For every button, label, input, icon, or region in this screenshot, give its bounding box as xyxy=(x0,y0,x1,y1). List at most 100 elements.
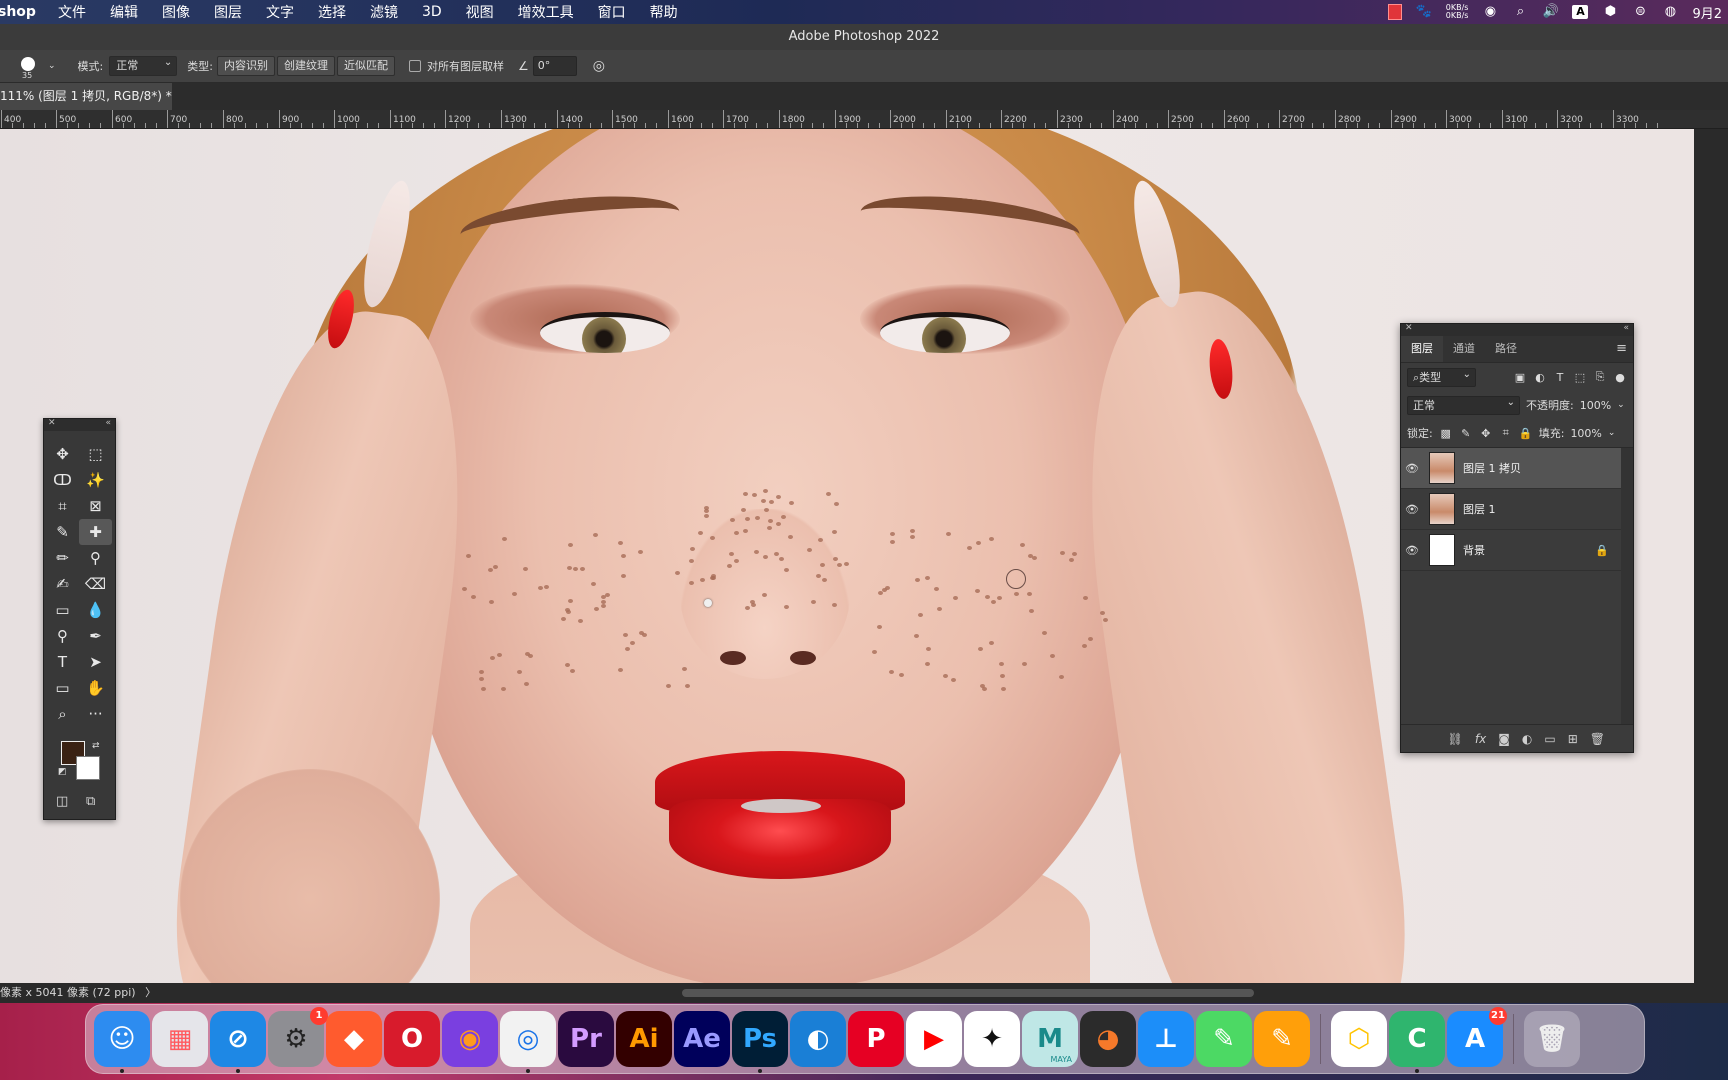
dock-maya-icon[interactable]: M MAYA xyxy=(1022,1011,1078,1067)
menu-date[interactable]: 9月2 xyxy=(1692,3,1722,22)
marquee-tool-icon[interactable]: ⬚ xyxy=(79,441,112,467)
dock-app-hexagon-icon[interactable]: ⬡ xyxy=(1331,1011,1387,1067)
magic-wand-tool-icon[interactable]: ✨ xyxy=(79,467,112,493)
mode-select[interactable]: 正常 xyxy=(109,54,178,76)
collapse-icon[interactable]: « xyxy=(1623,323,1629,333)
new-group-icon[interactable]: ▭ xyxy=(1544,732,1555,746)
type-tool-icon[interactable]: T xyxy=(46,649,79,675)
tab-paths[interactable]: 路径 xyxy=(1485,336,1527,362)
opacity-dropdown-icon[interactable]: ⌄ xyxy=(1617,400,1625,410)
move-tool-icon[interactable]: ✥ xyxy=(46,441,79,467)
lasso-tool-icon[interactable]: ↀ xyxy=(46,467,79,493)
tab-layers[interactable]: 图层 xyxy=(1401,336,1443,362)
brush-preset-picker[interactable]: 35 xyxy=(18,55,40,80)
layers-scrollbar[interactable] xyxy=(1621,448,1633,724)
layers-panel-header[interactable]: ✕ « xyxy=(1401,323,1633,336)
menu-help[interactable]: 帮助 xyxy=(638,2,690,22)
menu-select[interactable]: 选择 xyxy=(306,2,358,22)
layer-name[interactable]: 图层 1 xyxy=(1463,501,1496,517)
horizontal-ruler[interactable]: 3004005006007008009001000110012001300140… xyxy=(0,110,1728,129)
type-filter-icon[interactable]: T xyxy=(1553,371,1567,384)
document-size-info[interactable]: 像素 x 5041 像素 (72 ppi) xyxy=(0,986,136,999)
dock-premiere-icon[interactable]: Pr xyxy=(558,1011,614,1067)
menu-view[interactable]: 视图 xyxy=(454,2,506,22)
blend-mode-select[interactable]: 正常 xyxy=(1407,394,1520,415)
dock-app-store-icon[interactable]: A 21 xyxy=(1447,1007,1507,1067)
shield-icon[interactable]: ⬢ xyxy=(1602,5,1618,19)
rectangle-tool-icon[interactable]: ▭ xyxy=(46,675,79,701)
pressure-icon[interactable]: ◎ xyxy=(593,58,605,74)
eyedropper-tool-icon[interactable]: ✎ xyxy=(46,519,79,545)
link-layers-icon[interactable]: ⛓ xyxy=(1448,732,1463,746)
history-brush-tool-icon[interactable]: ✍ xyxy=(46,571,79,597)
input-source-icon[interactable]: A xyxy=(1572,5,1589,19)
visibility-eye-icon[interactable]: 👁 xyxy=(1401,462,1423,475)
dock-chrome-icon[interactable]: ◎ xyxy=(500,1011,556,1073)
visibility-eye-icon[interactable]: 👁 xyxy=(1401,503,1423,516)
status-arrow-icon[interactable]: 〉 xyxy=(145,986,156,999)
dock-after-effects-icon[interactable]: Ae xyxy=(674,1011,730,1067)
dock-opera-icon[interactable]: O xyxy=(384,1011,440,1067)
hand-tool-icon[interactable]: ✋ xyxy=(79,675,112,701)
menu-layer[interactable]: 图层 xyxy=(202,2,254,22)
layer-style-icon[interactable]: fx xyxy=(1475,732,1486,746)
default-colors-icon[interactable]: ◩ xyxy=(58,767,67,777)
dock-youtube-icon[interactable]: ▶ xyxy=(906,1011,962,1067)
dock-launchpad-icon[interactable]: ▦ xyxy=(152,1011,208,1067)
control-center-icon[interactable]: ⊜ xyxy=(1632,5,1648,19)
collapse-icon[interactable]: « xyxy=(105,418,111,428)
menu-window[interactable]: 窗口 xyxy=(586,2,638,22)
content-aware-button[interactable]: 内容识别 xyxy=(216,56,275,76)
dodge-tool-icon[interactable]: ⚲ xyxy=(46,623,79,649)
dock-illustrator-icon[interactable]: Ai xyxy=(616,1011,672,1067)
dock-system-preferences-icon[interactable]: ⚙ 1 xyxy=(268,1007,328,1067)
menu-3d[interactable]: 3D xyxy=(410,4,454,20)
dock-blender-icon[interactable]: ◕ xyxy=(1080,1011,1136,1067)
layer-name[interactable]: 图层 1 拷贝 xyxy=(1463,460,1521,476)
lock-all-icon[interactable]: 🔒 xyxy=(1519,427,1533,440)
menu-image[interactable]: 图像 xyxy=(150,2,202,22)
layer-thumbnail[interactable] xyxy=(1429,452,1455,484)
brush-dropdown-icon[interactable]: ⌄ xyxy=(48,61,56,71)
document-tab[interactable]: 111% (图层 1 拷贝, RGB/8*) * xyxy=(0,83,172,110)
dock-app-c-icon[interactable]: C xyxy=(1389,1011,1445,1073)
dock-brave-icon[interactable]: ◆ xyxy=(326,1011,382,1067)
siri-icon[interactable]: ◍ xyxy=(1662,5,1678,19)
image-filter-icon[interactable]: ▣ xyxy=(1513,371,1527,384)
tools-panel-header[interactable]: ✕ « xyxy=(44,418,115,431)
layer-row[interactable]: 👁 图层 1 xyxy=(1401,489,1633,530)
swap-colors-icon[interactable]: ⇄ xyxy=(92,741,100,751)
layer-filter-select[interactable]: ⌕类型 xyxy=(1407,366,1476,387)
dock-cloud-app-icon[interactable]: ◐ xyxy=(790,1011,846,1067)
new-adjustment-icon[interactable]: ◐ xyxy=(1522,732,1532,746)
lock-artboard-icon[interactable]: ⌗ xyxy=(1499,426,1513,439)
tab-channels[interactable]: 通道 xyxy=(1443,336,1485,362)
volume-icon[interactable]: 🔊 xyxy=(1542,5,1558,19)
add-mask-icon[interactable]: ◙ xyxy=(1498,732,1510,746)
proximity-match-button[interactable]: 近似匹配 xyxy=(336,56,395,76)
menu-file[interactable]: 文件 xyxy=(46,2,98,22)
stop-recording-icon[interactable] xyxy=(1387,4,1402,20)
dock-pinterest-icon[interactable]: P xyxy=(848,1011,904,1067)
close-icon[interactable]: ✕ xyxy=(48,418,56,428)
create-texture-button[interactable]: 创建纹理 xyxy=(276,56,335,76)
panel-menu-icon[interactable]: ≡ xyxy=(1616,341,1627,356)
sample-all-checkbox[interactable] xyxy=(408,60,421,72)
shape-filter-icon[interactable]: ⬚ xyxy=(1573,371,1587,384)
background-color-swatch[interactable] xyxy=(76,756,100,780)
fill-dropdown-icon[interactable]: ⌄ xyxy=(1608,428,1616,438)
lock-position-icon[interactable]: ✥ xyxy=(1479,427,1493,440)
crop-tool-icon[interactable]: ⌗ xyxy=(46,493,79,519)
layer-thumbnail[interactable] xyxy=(1429,534,1455,566)
quick-mask-icon[interactable]: ◫ xyxy=(56,794,68,809)
frame-tool-icon[interactable]: ⊠ xyxy=(79,493,112,519)
close-icon[interactable]: ✕ xyxy=(1405,323,1413,333)
filter-toggle-icon[interactable]: ● xyxy=(1613,371,1627,384)
menu-app-name[interactable]: shop xyxy=(0,4,46,20)
layer-row[interactable]: 👁 图层 1 拷贝 xyxy=(1401,448,1633,489)
menu-type[interactable]: 文字 xyxy=(254,2,306,22)
healing-brush-tool-icon[interactable]: ✚ xyxy=(79,519,112,545)
smart-object-filter-icon[interactable]: ⎘ xyxy=(1593,370,1607,383)
dock-trash-icon[interactable]: 🗑 xyxy=(1524,1011,1580,1067)
layer-lock-icon[interactable]: 🔒 xyxy=(1595,544,1609,557)
